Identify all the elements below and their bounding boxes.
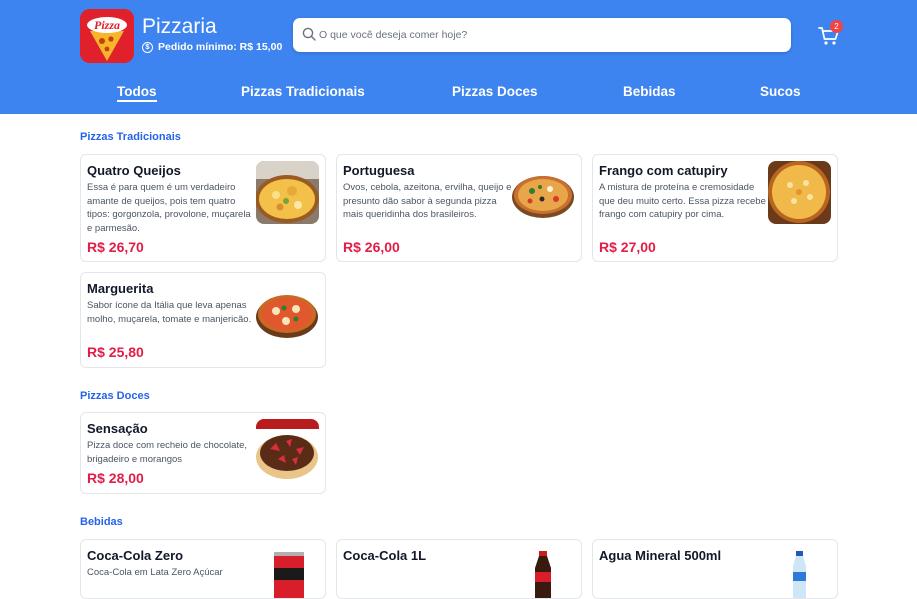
product-name: Coca-Cola Zero <box>87 548 184 563</box>
store-name: Pizzaria <box>142 15 217 38</box>
store-logo[interactable]: Pizza <box>80 9 134 63</box>
tab-pizzas-doces[interactable]: Pizzas Doces <box>452 84 538 99</box>
search-input[interactable] <box>319 18 779 52</box>
section-title-pizzas-tradicionais: Pizzas Tradicionais <box>80 131 181 143</box>
product-name: Frango com catupiry <box>599 163 728 178</box>
product-card[interactable]: Portuguesa Ovos, cebola, azeitona, ervil… <box>336 154 582 262</box>
product-price: R$ 25,80 <box>87 344 144 360</box>
product-name: Portuguesa <box>343 163 415 178</box>
section-title-bebidas: Bebidas <box>80 516 123 528</box>
product-image <box>256 279 319 342</box>
product-name: Agua Mineral 500ml <box>599 548 722 563</box>
logo-text: Pizza <box>94 18 120 32</box>
product-card[interactable]: Frango com catupiry A mistura de proteín… <box>592 154 838 262</box>
header: Pizza Pizzaria $ Pedido mínimo: R$ 15,00… <box>0 0 917 114</box>
product-description: A mistura de proteína e cremosidade que … <box>599 182 766 220</box>
product-name: Sensação <box>87 421 148 436</box>
tab-sucos[interactable]: Sucos <box>760 84 801 99</box>
product-price: R$ 27,00 <box>599 239 656 255</box>
tab-bebidas[interactable]: Bebidas <box>623 84 676 99</box>
min-order-text: Pedido mínimo: R$ 15,00 <box>158 41 283 53</box>
product-card[interactable]: Agua Mineral 500ml <box>592 539 838 599</box>
product-price: R$ 28,00 <box>87 470 144 486</box>
product-description: Pizza doce com recheio de chocolate, bri… <box>87 440 248 465</box>
tab-todos[interactable]: Todos <box>117 84 157 102</box>
product-description: Sabor ícone da Itália que leva apenas mo… <box>87 300 252 325</box>
min-order: $ Pedido mínimo: R$ 15,00 <box>142 41 282 53</box>
product-card[interactable]: Coca-Cola 1L <box>336 539 582 599</box>
product-price: R$ 26,70 <box>87 239 144 255</box>
product-description: Ovos, cebola, azeitona, ervilha, queijo … <box>343 182 512 220</box>
search-bar[interactable] <box>293 18 791 52</box>
product-name: Quatro Queijos <box>87 163 181 178</box>
product-card[interactable]: Quatro Queijos Essa é para quem é um ver… <box>80 154 326 262</box>
product-name: Marguerita <box>87 281 154 296</box>
search-icon <box>302 27 316 41</box>
dollar-icon: $ <box>142 41 153 53</box>
product-name: Coca-Cola 1L <box>343 548 427 563</box>
product-image <box>512 161 575 224</box>
product-card[interactable]: Sensação Pizza doce com recheio de choco… <box>80 412 326 494</box>
cart-count-badge: 2 <box>830 20 843 33</box>
tab-pizzas-tradicionais[interactable]: Pizzas Tradicionais <box>241 84 365 99</box>
product-description: Essa é para quem é um verdadeiro amante … <box>87 182 251 234</box>
product-image <box>768 161 831 224</box>
product-image <box>256 419 319 482</box>
product-card[interactable]: Marguerita Sabor ícone da Itália que lev… <box>80 272 326 368</box>
section-title-pizzas-doces: Pizzas Doces <box>80 390 150 402</box>
product-price: R$ 26,00 <box>343 239 400 255</box>
product-card[interactable]: Coca-Cola Zero Coca-Cola em Lata Zero Aç… <box>80 539 326 599</box>
product-image <box>256 161 319 224</box>
